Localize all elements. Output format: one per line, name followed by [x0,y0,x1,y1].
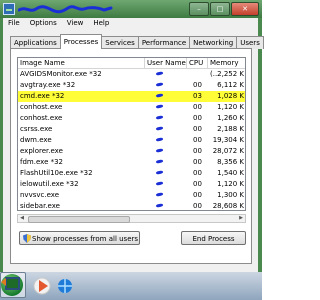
table-row[interactable]: dwm.exe 00 19,304 K [18,135,245,146]
process-memory: 1,120 K [217,180,244,188]
window-body: Applications Processes Services Performa… [3,29,264,269]
redacted-user-scribble [155,71,165,78]
redacted-user-scribble [155,137,165,144]
task-manager-taskbar-icon [5,277,20,290]
process-memory: 6,112 K [217,81,244,89]
process-name: fdm.exe *32 [20,158,64,166]
process-memory: 28,072 K [212,147,244,155]
process-name: explorer.exe [20,147,63,155]
redacted-user-scribble [155,82,165,89]
process-name: FlashUtil10e.exe *32 [20,169,93,177]
process-memory: 28,608 K [212,202,244,210]
show-all-processes-button[interactable]: Show processes from all users [19,231,140,245]
process-memory: 2,252 K [217,70,244,78]
table-row[interactable]: sidebar.exe 00 28,608 K [18,201,245,210]
menu-view[interactable]: View [67,18,84,29]
media-player-icon[interactable] [32,276,52,296]
redacted-user-scribble [155,181,165,188]
process-name: nvvsvc.exe [20,191,60,199]
redacted-user-scribble [155,93,165,100]
process-cpu: 00 [193,158,202,166]
scroll-right-arrow-icon[interactable]: ▶ [237,215,245,222]
process-cpu: 00 [193,103,202,111]
scroll-left-arrow-icon[interactable]: ◀ [18,215,26,222]
redacted-user-scribble [155,126,165,133]
task-manager-window: – □ ✕ File Options View Help Application… [0,0,264,272]
table-row[interactable]: fdm.exe *32 00 8,356 K [18,157,245,168]
left-arrow-icon [1,278,6,286]
table-row[interactable]: FlashUtil10e.exe *32 00 1,540 K [18,168,245,179]
table-row[interactable]: conhost.exe 00 1,120 K [18,102,245,113]
show-all-processes-label: Show processes from all users [32,235,139,243]
menu-bar: File Options View Help [3,18,258,29]
tab-processes[interactable]: Processes [59,34,103,49]
redacted-title-scribble [18,5,113,14]
process-name: AVGIDSMonitor.exe *32 [20,70,102,78]
process-name: csrss.exe [20,125,53,133]
redacted-user-scribble [155,192,165,199]
process-memory: 1,540 K [217,169,244,177]
close-button[interactable]: ✕ [231,2,259,16]
redacted-user-scribble [155,104,165,111]
table-row[interactable]: AVGIDSMonitor.exe *32 2,252 K [18,69,245,80]
browser-icon[interactable] [55,276,75,296]
process-cpu: 00 [193,180,202,188]
process-memory: 1,300 K [217,191,244,199]
menu-file[interactable]: File [8,18,20,29]
process-memory: 2,188 K [217,125,244,133]
process-cpu: 00 [193,169,202,177]
process-memory: 1,120 K [217,103,244,111]
process-cpu: 00 [193,81,202,89]
table-row[interactable]: conhost.exe 00 1,260 K [18,113,245,124]
table-row[interactable]: cmd.exe *32 03 1,028 K [18,91,245,102]
column-header-cpu[interactable]: CPU [187,58,208,69]
process-cpu: 00 [193,202,202,210]
uac-shield-icon [23,234,31,243]
horizontal-scrollbar[interactable]: ◀ ▶ [17,214,246,223]
process-cpu: 00 [193,147,202,155]
menu-help[interactable]: Help [93,18,109,29]
redacted-user-scribble [155,159,165,166]
task-manager-icon [3,3,15,15]
table-row[interactable]: ielowutil.exe *32 00 1,120 K [18,179,245,190]
process-memory: 1,028 K [217,92,244,100]
process-name: dwm.exe [20,136,52,144]
process-cpu: 00 [193,136,202,144]
table-row[interactable]: avgtray.exe *32 00 6,112 K [18,80,245,91]
process-list[interactable]: Image Name User Name CPU Memory (... AVG… [17,57,246,211]
minimize-button[interactable]: – [189,2,209,16]
table-row[interactable]: csrss.exe 00 2,188 K [18,124,245,135]
column-header-memory[interactable]: Memory (... [208,58,245,78]
table-row[interactable]: nvvsvc.exe 00 1,300 K [18,190,245,201]
process-name: cmd.exe *32 [20,92,65,100]
maximize-button[interactable]: □ [210,2,230,16]
process-cpu: 00 [193,125,202,133]
title-bar[interactable]: – □ ✕ [0,0,262,18]
process-name: sidebar.exe [20,202,60,210]
process-cpu: 00 [193,191,202,199]
redacted-user-scribble [155,203,165,210]
process-cpu: 00 [193,114,202,122]
process-memory: 8,356 K [217,158,244,166]
process-memory: 19,304 K [212,136,244,144]
process-memory: 1,260 K [217,114,244,122]
redacted-user-scribble [155,170,165,177]
scrollbar-thumb[interactable] [28,216,130,223]
menu-options[interactable]: Options [30,18,57,29]
redacted-user-scribble [155,115,165,122]
process-name: avgtray.exe *32 [20,81,76,89]
processes-tab-page: Image Name User Name CPU Memory (... AVG… [10,48,252,264]
column-header-user-name[interactable]: User Name [145,58,187,69]
redacted-user-scribble [155,148,165,155]
table-row[interactable]: explorer.exe 00 28,072 K [18,146,245,157]
process-name: conhost.exe [20,103,63,111]
process-name: conhost.exe [20,114,63,122]
process-cpu: 03 [193,92,202,100]
end-process-button[interactable]: End Process [181,231,246,245]
taskbar [0,272,262,300]
process-name: ielowutil.exe *32 [20,180,79,188]
column-header-image-name[interactable]: Image Name [18,58,145,69]
